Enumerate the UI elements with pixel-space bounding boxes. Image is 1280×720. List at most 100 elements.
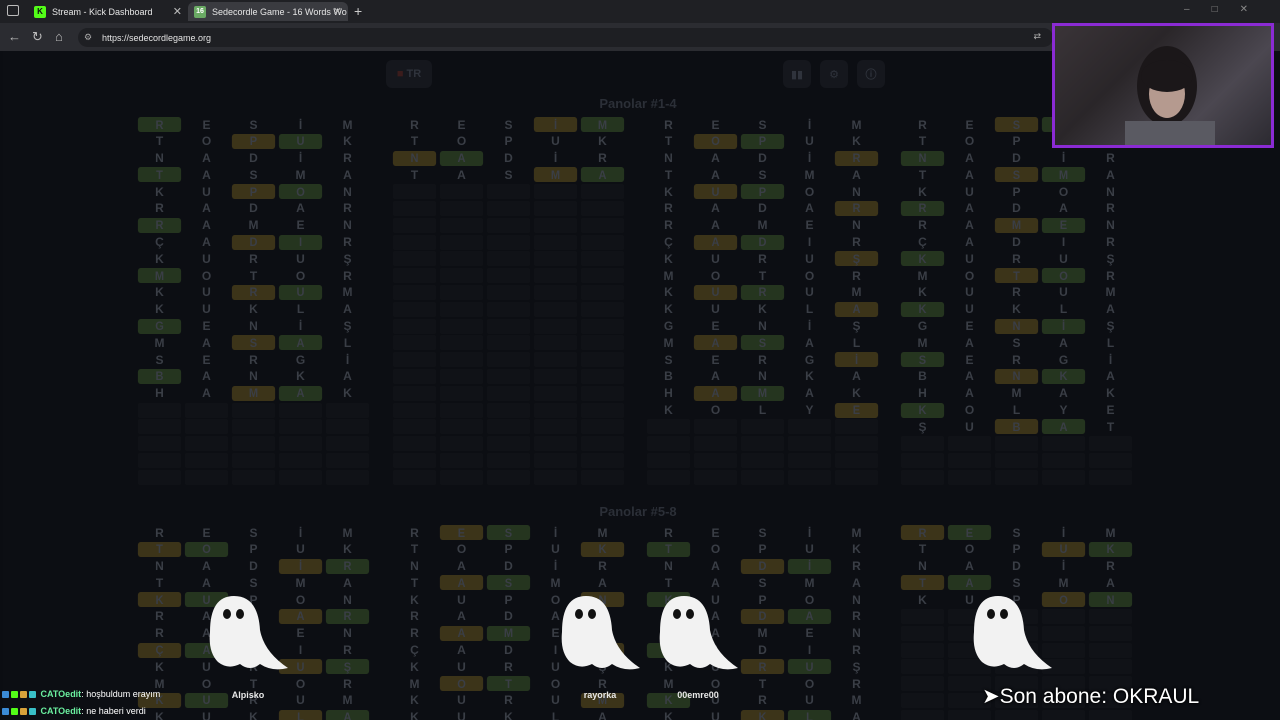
letter-tile: T: [664, 575, 673, 590]
letter-tile: M: [740, 385, 785, 401]
board-row: NADİR: [899, 559, 1134, 576]
letter-tile: R: [155, 609, 164, 624]
letter-tile: N: [343, 592, 352, 607]
empty-tile: [580, 402, 625, 418]
letter-tile: R: [343, 201, 352, 216]
letter-tile: R: [1012, 285, 1021, 300]
letter-tile: U: [202, 302, 211, 317]
letter-tile: R: [598, 151, 607, 166]
board-row: Ç A DI R: [136, 234, 371, 252]
chat-message: CATOedit: ne haberi verdi: [2, 703, 160, 720]
empty-tile: [439, 234, 484, 250]
tab-title: Stream - Kick Dashboard: [52, 6, 153, 17]
kick-favicon-icon: K: [34, 5, 46, 18]
letter-tile: E: [965, 117, 974, 132]
empty-tile: [392, 251, 437, 267]
empty-tile: [787, 419, 832, 435]
letter-tile: A: [343, 167, 352, 182]
letter-tile: N: [852, 592, 861, 607]
board-row: KURUM: [645, 284, 880, 302]
new-tab-button[interactable]: +: [354, 3, 362, 19]
letter-tile: K: [155, 302, 164, 317]
board-row: [391, 368, 626, 386]
letter-tile: K: [740, 709, 785, 720]
letter-tile: K: [918, 285, 927, 300]
letter-tile: Ş: [852, 659, 861, 674]
letter-tile: H: [155, 386, 164, 401]
address-bar[interactable]: ⚙ https://sedecordlegame.org ⇄: [78, 28, 1053, 47]
letter-tile: M: [804, 167, 815, 182]
reload-icon[interactable]: ↻: [32, 29, 43, 45]
letter-tile: B: [994, 419, 1039, 435]
empty-tile: [834, 469, 879, 485]
window-controls[interactable]: –□✕: [1184, 4, 1270, 15]
language-button[interactable]: ■ TR: [386, 60, 432, 88]
letter-tile: A: [805, 201, 814, 216]
letter-tile: İ: [834, 352, 879, 368]
letter-tile: P: [231, 133, 276, 149]
letter-tile: E: [202, 319, 211, 334]
tab-kick-dashboard[interactable]: K Stream - Kick Dashboard ✕: [28, 2, 188, 21]
letter-tile: T: [646, 541, 691, 557]
language-label: TR: [406, 68, 422, 80]
home-icon[interactable]: ⌂: [55, 29, 63, 44]
board-row: [391, 385, 626, 403]
letter-tile: İ: [533, 117, 578, 132]
letter-tile: U: [551, 542, 560, 557]
empty-tile: [994, 452, 1039, 468]
empty-tile: [392, 452, 437, 468]
letter-tile: P: [504, 592, 513, 607]
letter-tile: R: [137, 117, 182, 132]
letter-tile: U: [693, 184, 738, 200]
letter-tile: E: [202, 117, 211, 132]
letter-tile: S: [1012, 525, 1021, 540]
letter-tile: R: [664, 201, 673, 216]
letter-tile: A: [711, 369, 720, 384]
board-row: NADİR: [136, 558, 371, 576]
close-icon[interactable]: ✕: [173, 5, 182, 18]
letter-tile: O: [964, 403, 975, 418]
board-row: MOTOR: [899, 268, 1134, 285]
gear-icon: ⚙: [829, 68, 839, 81]
letter-tile: K: [900, 402, 945, 418]
letter-tile: N: [249, 319, 258, 334]
empty-tile: [325, 419, 370, 435]
close-icon[interactable]: ✕: [333, 5, 342, 18]
empty-tile: [947, 452, 992, 468]
settings-button[interactable]: ⚙: [820, 60, 848, 88]
letter-tile: O: [710, 542, 721, 557]
tab-sedecordle[interactable]: 16 Sedecordle Game - 16 Words Wo ✕: [188, 2, 348, 21]
letter-tile: K: [343, 386, 352, 401]
empty-tile: [439, 284, 484, 300]
info-button[interactable]: ⓘ: [857, 60, 885, 88]
letter-tile: A: [852, 575, 861, 590]
empty-tile: [439, 200, 484, 216]
translate-icon[interactable]: ⇄: [1033, 31, 1041, 42]
board-row: [391, 184, 626, 201]
letter-tile: N: [918, 559, 927, 574]
letter-tile: A: [787, 608, 832, 624]
board-row: GENİŞ: [136, 318, 371, 336]
letter-tile: O: [184, 541, 229, 557]
back-icon[interactable]: ←: [8, 29, 21, 44]
letter-tile: K: [918, 184, 927, 199]
empty-tile: [486, 419, 531, 435]
letter-tile: E: [202, 352, 211, 367]
board-row: HAMAK: [899, 386, 1134, 403]
board-row: [136, 469, 371, 487]
letter-tile: S: [231, 335, 276, 351]
empty-tile: [787, 452, 832, 468]
site-info-icon[interactable]: ⚙: [84, 32, 96, 43]
tab-actions-icon[interactable]: [7, 5, 19, 16]
letter-tile: T: [410, 542, 419, 557]
board-row: KUKLA: [136, 709, 371, 720]
letter-tile: U: [296, 251, 305, 266]
letter-tile: S: [504, 167, 513, 182]
empty-tile: [1041, 452, 1086, 468]
letter-tile: U: [457, 710, 466, 720]
letter-tile: R: [231, 284, 276, 300]
stats-button[interactable]: ▮▮: [783, 60, 811, 88]
empty-tile: [486, 301, 531, 317]
empty-tile: [439, 268, 484, 284]
board-row: T O P UK: [899, 541, 1134, 559]
